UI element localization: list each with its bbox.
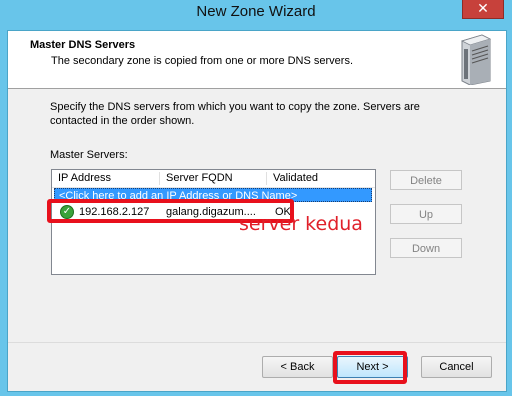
back-button[interactable]: < Back [262, 356, 333, 378]
wizard-header: Master DNS Servers The secondary zone is… [8, 31, 506, 89]
column-server-fqdn[interactable]: Server FQDN [160, 170, 267, 187]
highlight-box-next [333, 351, 407, 384]
header-title: Master DNS Servers [30, 39, 136, 51]
window-frame: New Zone Wizard ✕ Master DNS Servers The… [0, 0, 512, 396]
up-button[interactable]: Up [390, 204, 462, 224]
instructions-text: Specify the DNS servers from which you w… [50, 101, 420, 127]
header-subtitle: The secondary zone is copied from one or… [51, 55, 354, 67]
footer-divider [8, 342, 506, 343]
down-button[interactable]: Down [390, 238, 462, 258]
annotation-text: server kedua [239, 213, 363, 235]
server-icon [460, 34, 492, 85]
delete-button[interactable]: Delete [390, 170, 462, 190]
cancel-button[interactable]: Cancel [421, 356, 492, 378]
close-icon: ✕ [477, 0, 489, 16]
title-bar: New Zone Wizard ✕ [0, 0, 512, 24]
column-ip-address[interactable]: IP Address [52, 170, 160, 187]
list-header: IP Address Server FQDN Validated [52, 170, 375, 188]
window-title: New Zone Wizard [196, 3, 316, 20]
column-validated[interactable]: Validated [267, 170, 367, 187]
close-button[interactable]: ✕ [462, 0, 504, 19]
master-servers-label: Master Servers: [50, 149, 128, 161]
